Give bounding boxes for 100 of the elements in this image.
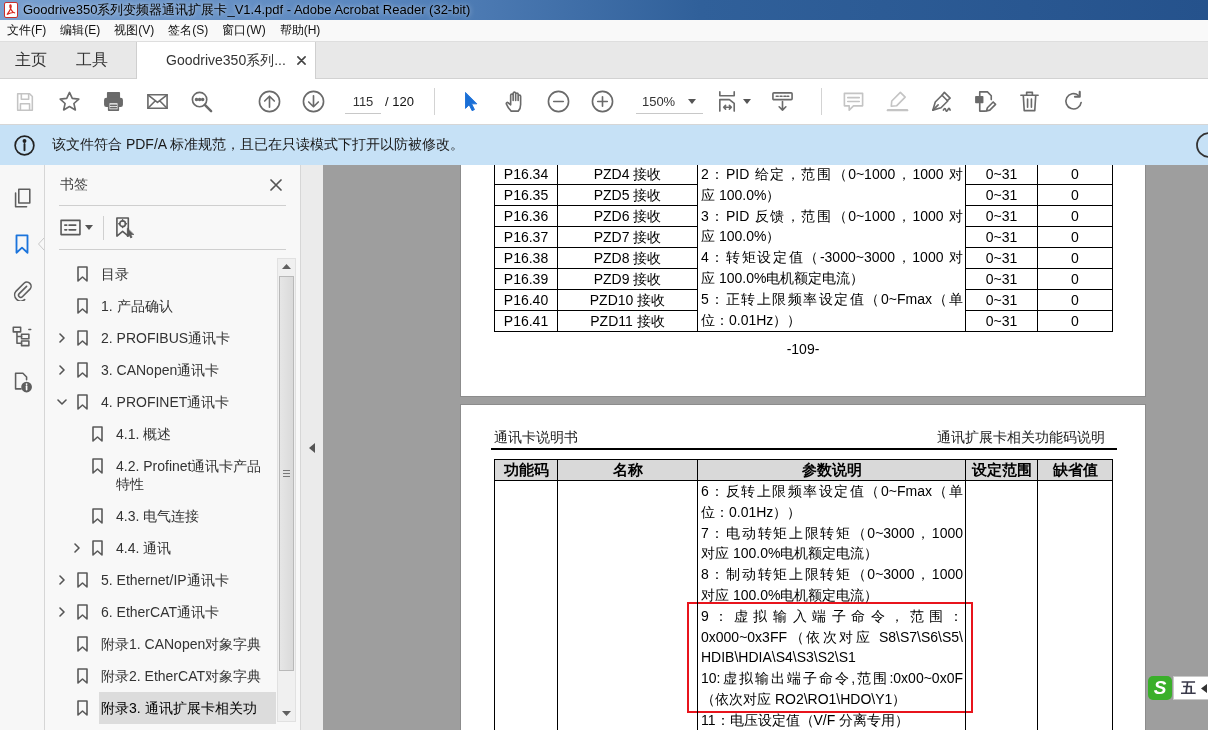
column-header: 缺省值 bbox=[1037, 459, 1113, 481]
pen-icon[interactable] bbox=[930, 90, 954, 113]
star-icon[interactable] bbox=[57, 90, 81, 113]
parameter-description: 9：虚拟输入端子命令，范围： 0x000~0x3FF（依次对应 S8\S7\S6\S5\ HDIB\HDIA\S4\S3\S2\S1 bbox=[701, 606, 963, 668]
bookmark-item[interactable]: 附录2. EtherCAT对象字典 bbox=[99, 660, 276, 692]
caret-icon[interactable] bbox=[743, 99, 752, 104]
menu-item[interactable]: 视图(V) bbox=[114, 22, 155, 39]
caret-icon[interactable] bbox=[309, 442, 315, 453]
caret-icon[interactable] bbox=[1201, 683, 1207, 693]
column-header: 设定范围 bbox=[965, 459, 1038, 481]
menu-item[interactable]: 文件(F) bbox=[7, 22, 47, 39]
parameter-description: 7：电动转矩上限转矩（0~3000，1000 对应 100.0%电机额定电流） bbox=[701, 523, 963, 564]
close-icon[interactable] bbox=[270, 179, 282, 191]
table-cell: 0 bbox=[1037, 310, 1113, 332]
bookmark-item[interactable]: 4.1. 概述 bbox=[114, 418, 276, 450]
paperclip-icon[interactable] bbox=[11, 279, 33, 301]
bookmark-icon bbox=[92, 426, 103, 442]
table-cell: 0 bbox=[1037, 268, 1113, 290]
info-message: 该文件符合 PDF/A 标准规范，且已在只读模式下打开以防被修改。 bbox=[52, 136, 465, 154]
chevron-icon[interactable] bbox=[72, 543, 82, 553]
chevron-icon[interactable] bbox=[57, 607, 67, 617]
tab[interactable]: 主页 bbox=[0, 42, 61, 78]
bookmark-search-icon[interactable] bbox=[115, 216, 134, 239]
caret-icon[interactable] bbox=[85, 225, 93, 230]
table-cell: 0 bbox=[1037, 226, 1113, 248]
tree-structure-icon[interactable] bbox=[11, 325, 33, 347]
table-cell: P16.34 bbox=[494, 165, 558, 185]
table-cell: 0 bbox=[1037, 184, 1113, 206]
print-icon[interactable] bbox=[101, 90, 125, 113]
table-cell: 0~31 bbox=[965, 184, 1038, 206]
bookmark-icon bbox=[77, 330, 88, 346]
bookmark-item[interactable]: 目录 bbox=[99, 258, 276, 290]
bookmark-icon bbox=[77, 362, 88, 378]
scroll-mode-icon[interactable] bbox=[771, 90, 795, 113]
parameter-description: 3：PID 反馈，范围（0~1000，1000 对 应 100.0%） bbox=[701, 206, 963, 247]
bookmark-icon bbox=[77, 636, 88, 652]
table-cell: P16.40 bbox=[494, 289, 558, 311]
zoom-dropdown[interactable]: 150% bbox=[635, 89, 703, 114]
table-cell: PZD4 接收 bbox=[557, 165, 698, 185]
scrollbar[interactable] bbox=[277, 258, 296, 722]
table-cell: P16.37 bbox=[494, 226, 558, 248]
table-cell: P16.39 bbox=[494, 268, 558, 290]
menu-item[interactable]: 编辑(E) bbox=[60, 22, 101, 39]
table-cell: 0 bbox=[1037, 289, 1113, 311]
list-options-icon[interactable] bbox=[60, 219, 81, 236]
bookmark-item[interactable]: 附录1. CANopen对象字典 bbox=[99, 628, 276, 660]
tab[interactable]: Goodrive350系列... bbox=[136, 42, 316, 79]
input-mode-label[interactable]: 五 bbox=[1181, 678, 1196, 698]
bookmark-item[interactable]: 1. 产品确认 bbox=[99, 290, 276, 322]
bookmark-item[interactable]: 2. PROFIBUS通讯卡 bbox=[99, 322, 276, 354]
page-number: -109- bbox=[786, 341, 820, 357]
table-cell: 0~31 bbox=[965, 289, 1038, 311]
chevron-icon[interactable] bbox=[57, 575, 67, 585]
parameter-description: 2：PID 给定，范围（0~1000，1000 对 应 100.0%） bbox=[701, 165, 963, 205]
arrow-down-icon[interactable] bbox=[301, 90, 325, 113]
table-cell: P16.35 bbox=[494, 184, 558, 206]
bookmark-icon bbox=[77, 604, 88, 620]
parameter-description: 4：转矩设定值（-3000~3000，1000 对 应 100.0%电机额定电流） bbox=[701, 248, 963, 288]
chevron-icon[interactable] bbox=[57, 333, 67, 343]
bookmark-item[interactable]: 4.2. Profinet通讯卡产品特性 bbox=[114, 450, 276, 500]
page-number-field[interactable]: 115 bbox=[345, 89, 381, 114]
table-cell: 0~31 bbox=[965, 226, 1038, 248]
window-title: Goodrive350系列变频器通讯扩展卡_V1.4.pdf - Adobe Acrobat Reader (32-bit) bbox=[23, 1, 471, 19]
table-cell: 0 bbox=[1037, 205, 1113, 227]
parameter-description: 11：电压设定值（V/F 分离专用） bbox=[701, 710, 911, 730]
chevron-icon[interactable] bbox=[57, 397, 67, 407]
table-cell: 0~31 bbox=[965, 165, 1038, 185]
bookmark-icon bbox=[92, 508, 103, 524]
bookmark-item[interactable]: 4.3. 电气连接 bbox=[114, 500, 276, 532]
menu-item[interactable]: 签名(S) bbox=[168, 22, 209, 39]
zoom-out-icon[interactable] bbox=[547, 90, 571, 113]
edit-document-icon[interactable] bbox=[974, 90, 998, 113]
menu-item[interactable]: 窗口(W) bbox=[222, 22, 266, 39]
bookmark-item[interactable]: 4.4. 通讯 bbox=[114, 532, 276, 564]
bookmark-item[interactable]: 附录3. 通讯扩展卡相关功 bbox=[99, 692, 276, 724]
menu-item[interactable]: 帮助(H) bbox=[279, 22, 321, 39]
column-header: 参数说明 bbox=[697, 459, 966, 481]
search-icon[interactable] bbox=[189, 90, 213, 113]
zoom-in-icon[interactable] bbox=[591, 90, 615, 113]
bookmark-item[interactable]: 6. EtherCAT通讯卡 bbox=[99, 596, 276, 628]
ime-toolbar[interactable]: 五 bbox=[1173, 676, 1208, 700]
scrollbar-thumb[interactable] bbox=[279, 276, 294, 671]
trash-icon[interactable] bbox=[1018, 90, 1042, 113]
chevron-icon[interactable] bbox=[57, 365, 67, 375]
parameter-description: 5：正转上限频率设定值（0~Fmax（单 位：0.01Hz）） bbox=[701, 289, 963, 330]
bookmark-item[interactable]: 3. CANopen通讯卡 bbox=[99, 354, 276, 386]
column-header: 功能码 bbox=[494, 459, 558, 481]
bookmark-item[interactable]: 5. Ethernet/IP通讯卡 bbox=[99, 564, 276, 596]
column-header: 名称 bbox=[557, 459, 698, 481]
bookmark-item[interactable]: 4. PROFINET通讯卡 bbox=[99, 386, 276, 418]
bookmark-icon bbox=[77, 394, 88, 410]
close-icon[interactable] bbox=[297, 56, 306, 65]
table-cell: P16.41 bbox=[494, 310, 558, 332]
scroll-up-icon[interactable] bbox=[282, 264, 291, 269]
tab[interactable]: 工具 bbox=[61, 42, 122, 78]
table-cell: P16.36 bbox=[494, 205, 558, 227]
scroll-down-icon[interactable] bbox=[282, 711, 291, 716]
arrow-up-icon[interactable] bbox=[257, 90, 281, 113]
bookmark-icon bbox=[77, 298, 88, 314]
table-cell: 0~31 bbox=[965, 268, 1038, 290]
